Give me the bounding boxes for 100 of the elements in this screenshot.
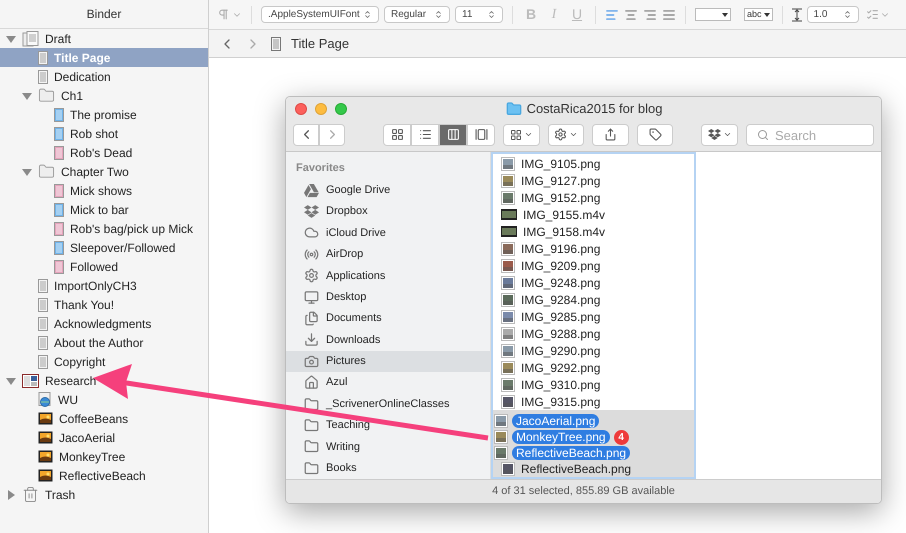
binder-item[interactable]: Mick to bar — [0, 200, 208, 219]
binder-item-label: Thank You! — [54, 296, 114, 314]
sidebar-item-label: Google Drive — [326, 182, 390, 198]
font-size-field[interactable]: 11 — [455, 6, 503, 23]
binder-item-label: Research — [45, 372, 96, 390]
sidebar-item[interactable]: Azul — [286, 372, 490, 394]
sidebar-item-label: Pictures — [326, 354, 366, 370]
binder-item[interactable]: Rob's Dead — [0, 143, 208, 162]
binder-item-label: Mick to bar — [70, 202, 129, 218]
binder-item[interactable]: Sleepover/Followed — [0, 238, 208, 257]
file-row[interactable]: IMG_9248.png — [493, 274, 694, 291]
binder-item-label: CoffeeBeans — [59, 410, 128, 428]
file-row[interactable]: IMG_9288.png — [493, 325, 694, 342]
sidebar-item-label: Books — [326, 461, 357, 476]
binder-title: Binder — [86, 6, 122, 23]
binder-item[interactable]: Rob's bag/pick up Mick — [0, 219, 208, 238]
file-row[interactable]: IMG_9158.m4v — [493, 223, 694, 240]
sidebar-item-label: Teaching — [326, 418, 370, 434]
font-style-field[interactable]: Regular — [384, 6, 450, 23]
binder-item[interactable]: Mick shows — [0, 181, 208, 200]
file-row[interactable]: IMG_9127.png — [493, 172, 694, 189]
binder-item[interactable]: Chapter Two — [0, 162, 208, 181]
file-row[interactable]: IMG_9315.png — [493, 393, 694, 410]
sidebar-item[interactable]: Pictures — [286, 350, 490, 372]
binder-item[interactable]: JacoAerial — [0, 428, 208, 447]
file-name: IMG_9248.png — [521, 274, 600, 292]
window-title: CostaRica2015 for blog — [526, 100, 662, 118]
binder-item-label: Title Page — [54, 50, 110, 66]
binder-item[interactable]: Draft — [0, 29, 208, 48]
dragged-file-label: ReflectiveBeach.png — [512, 446, 630, 460]
sidebar-item-label: Azul — [326, 375, 348, 390]
binder-item-label: JacoAerial — [59, 430, 116, 446]
search-field[interactable]: Search — [746, 124, 874, 146]
binder-item-label: MonkeyTree — [59, 448, 126, 466]
sidebar-item-label: _ScrivenerOnlineClasses — [326, 396, 450, 412]
binder-item[interactable]: Ch1 — [0, 86, 208, 105]
file-name: IMG_9209.png — [521, 258, 600, 274]
binder-item-label: Trash — [45, 486, 76, 504]
binder-item[interactable]: Thank You! — [0, 295, 208, 314]
file-row[interactable]: IMG_9152.png — [493, 189, 694, 206]
sidebar-item-label: Applications — [326, 268, 386, 284]
binder-item[interactable]: Dedication — [0, 67, 208, 86]
file-name: IMG_9292.png — [521, 360, 600, 376]
sidebar-item[interactable]: Writing — [286, 436, 490, 458]
file-name: ReflectiveBeach.png — [521, 460, 632, 478]
highlight-dropdown[interactable]: abc — [744, 8, 773, 21]
sidebar-item-label: Desktop — [326, 290, 366, 305]
binder-item[interactable]: Followed — [0, 257, 208, 276]
sidebar-item[interactable]: Desktop — [286, 286, 490, 308]
dragged-file-label: MonkeyTree.png — [512, 430, 610, 444]
sidebar-item[interactable]: Teaching — [286, 414, 490, 436]
file-name: IMG_9288.png — [521, 326, 600, 342]
binder-item[interactable]: Trash — [0, 485, 208, 504]
file-name: IMG_9285.png — [521, 308, 600, 326]
font-family-field[interactable]: .AppleSystemUIFont — [261, 6, 379, 23]
binder-item[interactable]: ImportOnlyCH3 — [0, 276, 208, 295]
binder-item[interactable]: Research — [0, 371, 208, 390]
binder-item-label: Rob shot — [70, 126, 118, 142]
binder-item-label: About the Author — [54, 334, 144, 352]
binder-item-label: Copyright — [54, 354, 106, 370]
line-spacing-field[interactable]: 1.0 — [806, 6, 859, 23]
binder-item[interactable]: The promise — [0, 105, 208, 124]
sidebar-item[interactable]: Dropbox — [286, 200, 490, 222]
binder-item-label: The promise — [70, 106, 137, 124]
sidebar-item[interactable]: Documents — [286, 308, 490, 330]
file-row[interactable]: IMG_9196.png — [493, 240, 694, 257]
binder-item[interactable]: MonkeyTree — [0, 447, 208, 466]
binder-item-label: Draft — [45, 30, 72, 48]
binder-item-label: Acknowledgments — [54, 316, 152, 332]
sidebar-item[interactable]: Books — [286, 458, 490, 479]
binder-item[interactable]: Copyright — [0, 352, 208, 371]
binder-item[interactable]: CoffeeBeans — [0, 409, 208, 428]
sidebar-item[interactable]: Downloads — [286, 329, 490, 351]
binder-item[interactable]: About the Author — [0, 333, 208, 352]
file-row[interactable]: IMG_9155.m4v — [493, 206, 694, 223]
file-row[interactable]: IMG_9290.png — [493, 342, 694, 359]
file-row[interactable]: ReflectiveBeach.png — [493, 460, 694, 477]
file-row[interactable]: IMG_9209.png — [493, 257, 694, 274]
binder-item-label: Rob's bag/pick up Mick — [70, 220, 194, 238]
binder-item-label: WU — [58, 392, 78, 408]
file-name: IMG_9310.png — [521, 376, 600, 394]
binder-item[interactable]: WU — [0, 390, 208, 409]
binder-item[interactable]: ReflectiveBeach — [0, 466, 208, 485]
sidebar-item-label: Downloads — [326, 332, 380, 348]
sidebar-item[interactable]: _ScrivenerOnlineClasses — [286, 393, 490, 415]
sidebar-heading: Favorites — [295, 161, 346, 176]
file-row[interactable]: IMG_9105.png — [493, 155, 694, 172]
sidebar-item[interactable]: Applications — [286, 265, 490, 286]
file-name: IMG_9315.png — [521, 394, 600, 410]
binder-item[interactable]: Acknowledgments — [0, 314, 208, 333]
file-row[interactable]: IMG_9292.png — [493, 359, 694, 376]
file-row[interactable]: IMG_9284.png — [493, 291, 694, 308]
sidebar-item[interactable]: AirDrop — [286, 244, 490, 266]
binder-item-label: Followed — [70, 258, 118, 276]
binder-item[interactable]: Rob shot — [0, 124, 208, 143]
file-row[interactable]: IMG_9285.png — [493, 308, 694, 325]
file-row[interactable]: IMG_9310.png — [493, 376, 694, 393]
sidebar-item[interactable]: Google Drive — [286, 180, 490, 201]
sidebar-item[interactable]: iCloud Drive — [286, 222, 490, 244]
file-name: IMG_9127.png — [521, 172, 600, 190]
